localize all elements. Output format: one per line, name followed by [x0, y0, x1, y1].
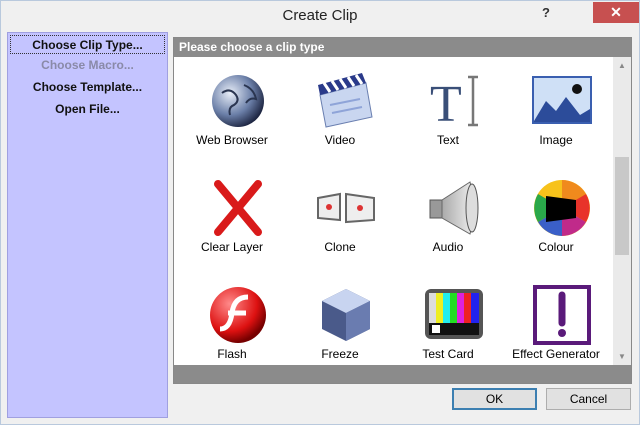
clip-label: Audio [432, 240, 464, 254]
clip-type-panel: Please choose a clip type Web Browser Vi… [173, 37, 632, 384]
clip-audio[interactable]: Audio [394, 170, 502, 270]
clip-label: Web Browser [196, 133, 268, 147]
nav-choose-template[interactable]: Choose Template... [10, 78, 165, 97]
close-button[interactable]: ✕ [593, 2, 639, 23]
clip-effect-generator[interactable]: Effect Generator [502, 277, 610, 377]
clip-web-browser[interactable]: Web Browser [178, 63, 286, 163]
clip-label: Image [539, 133, 573, 147]
clip-flash[interactable]: Flash [178, 277, 286, 377]
clip-label: Clone [324, 240, 356, 254]
vertical-scrollbar[interactable]: ▲ ▼ [613, 57, 631, 365]
clip-freeze[interactable]: Freeze [286, 277, 394, 377]
clip-clear-layer[interactable]: Clear Layer [178, 170, 286, 270]
ok-button[interactable]: OK [452, 388, 537, 410]
clip-label: Freeze [321, 347, 359, 361]
clone-icon [317, 192, 375, 224]
svg-text:T: T [430, 76, 462, 131]
scroll-down-arrow-icon[interactable]: ▼ [613, 348, 631, 365]
speaker-icon [429, 181, 479, 235]
panel-header: Please choose a clip type [174, 38, 631, 57]
text-cursor-icon: T [430, 75, 478, 131]
clip-label: Clear Layer [200, 240, 264, 254]
globe-icon [212, 75, 264, 127]
clip-label: Colour [538, 240, 574, 254]
nav-open-file[interactable]: Open File... [10, 100, 165, 119]
nav-choose-clip-type[interactable]: Choose Clip Type... [10, 35, 165, 54]
clip-label: Effect Generator [512, 347, 600, 361]
red-x-icon [214, 180, 262, 236]
nav-choose-macro[interactable]: Choose Macro... [10, 56, 165, 75]
scroll-up-arrow-icon[interactable]: ▲ [613, 57, 631, 74]
title-bar: Create Clip ? ✕ [1, 1, 639, 31]
wizard-sidebar: Choose Clip Type... Choose Macro... Choo… [7, 32, 168, 418]
clip-label: Text [436, 133, 459, 147]
clip-label: Test Card [422, 347, 474, 361]
test-card-icon [425, 289, 483, 339]
panel-footer [174, 365, 631, 383]
clip-label: Video [324, 133, 356, 147]
ice-cube-icon [322, 289, 370, 341]
scrollbar-thumb[interactable] [615, 157, 629, 255]
clip-video[interactable]: Video [286, 63, 394, 163]
clip-image[interactable]: Image [502, 63, 610, 163]
help-button[interactable]: ? [531, 2, 561, 23]
clip-test-card[interactable]: Test Card [394, 277, 502, 377]
create-clip-dialog: Create Clip ? ✕ Choose Clip Type... Choo… [0, 0, 640, 425]
color-wheel-icon [534, 180, 590, 236]
clip-clone[interactable]: Clone [286, 170, 394, 270]
clip-label: Flash [217, 347, 247, 361]
image-icon [532, 76, 592, 124]
clip-text[interactable]: T Text [394, 63, 502, 163]
exclamation-icon [533, 285, 591, 345]
clip-colour[interactable]: Colour [502, 170, 610, 270]
clapperboard-icon [318, 73, 373, 128]
flash-icon [210, 287, 266, 343]
cancel-button[interactable]: Cancel [546, 388, 631, 410]
clip-type-grid: Web Browser Video T Text Image Clear Lay… [174, 57, 611, 365]
